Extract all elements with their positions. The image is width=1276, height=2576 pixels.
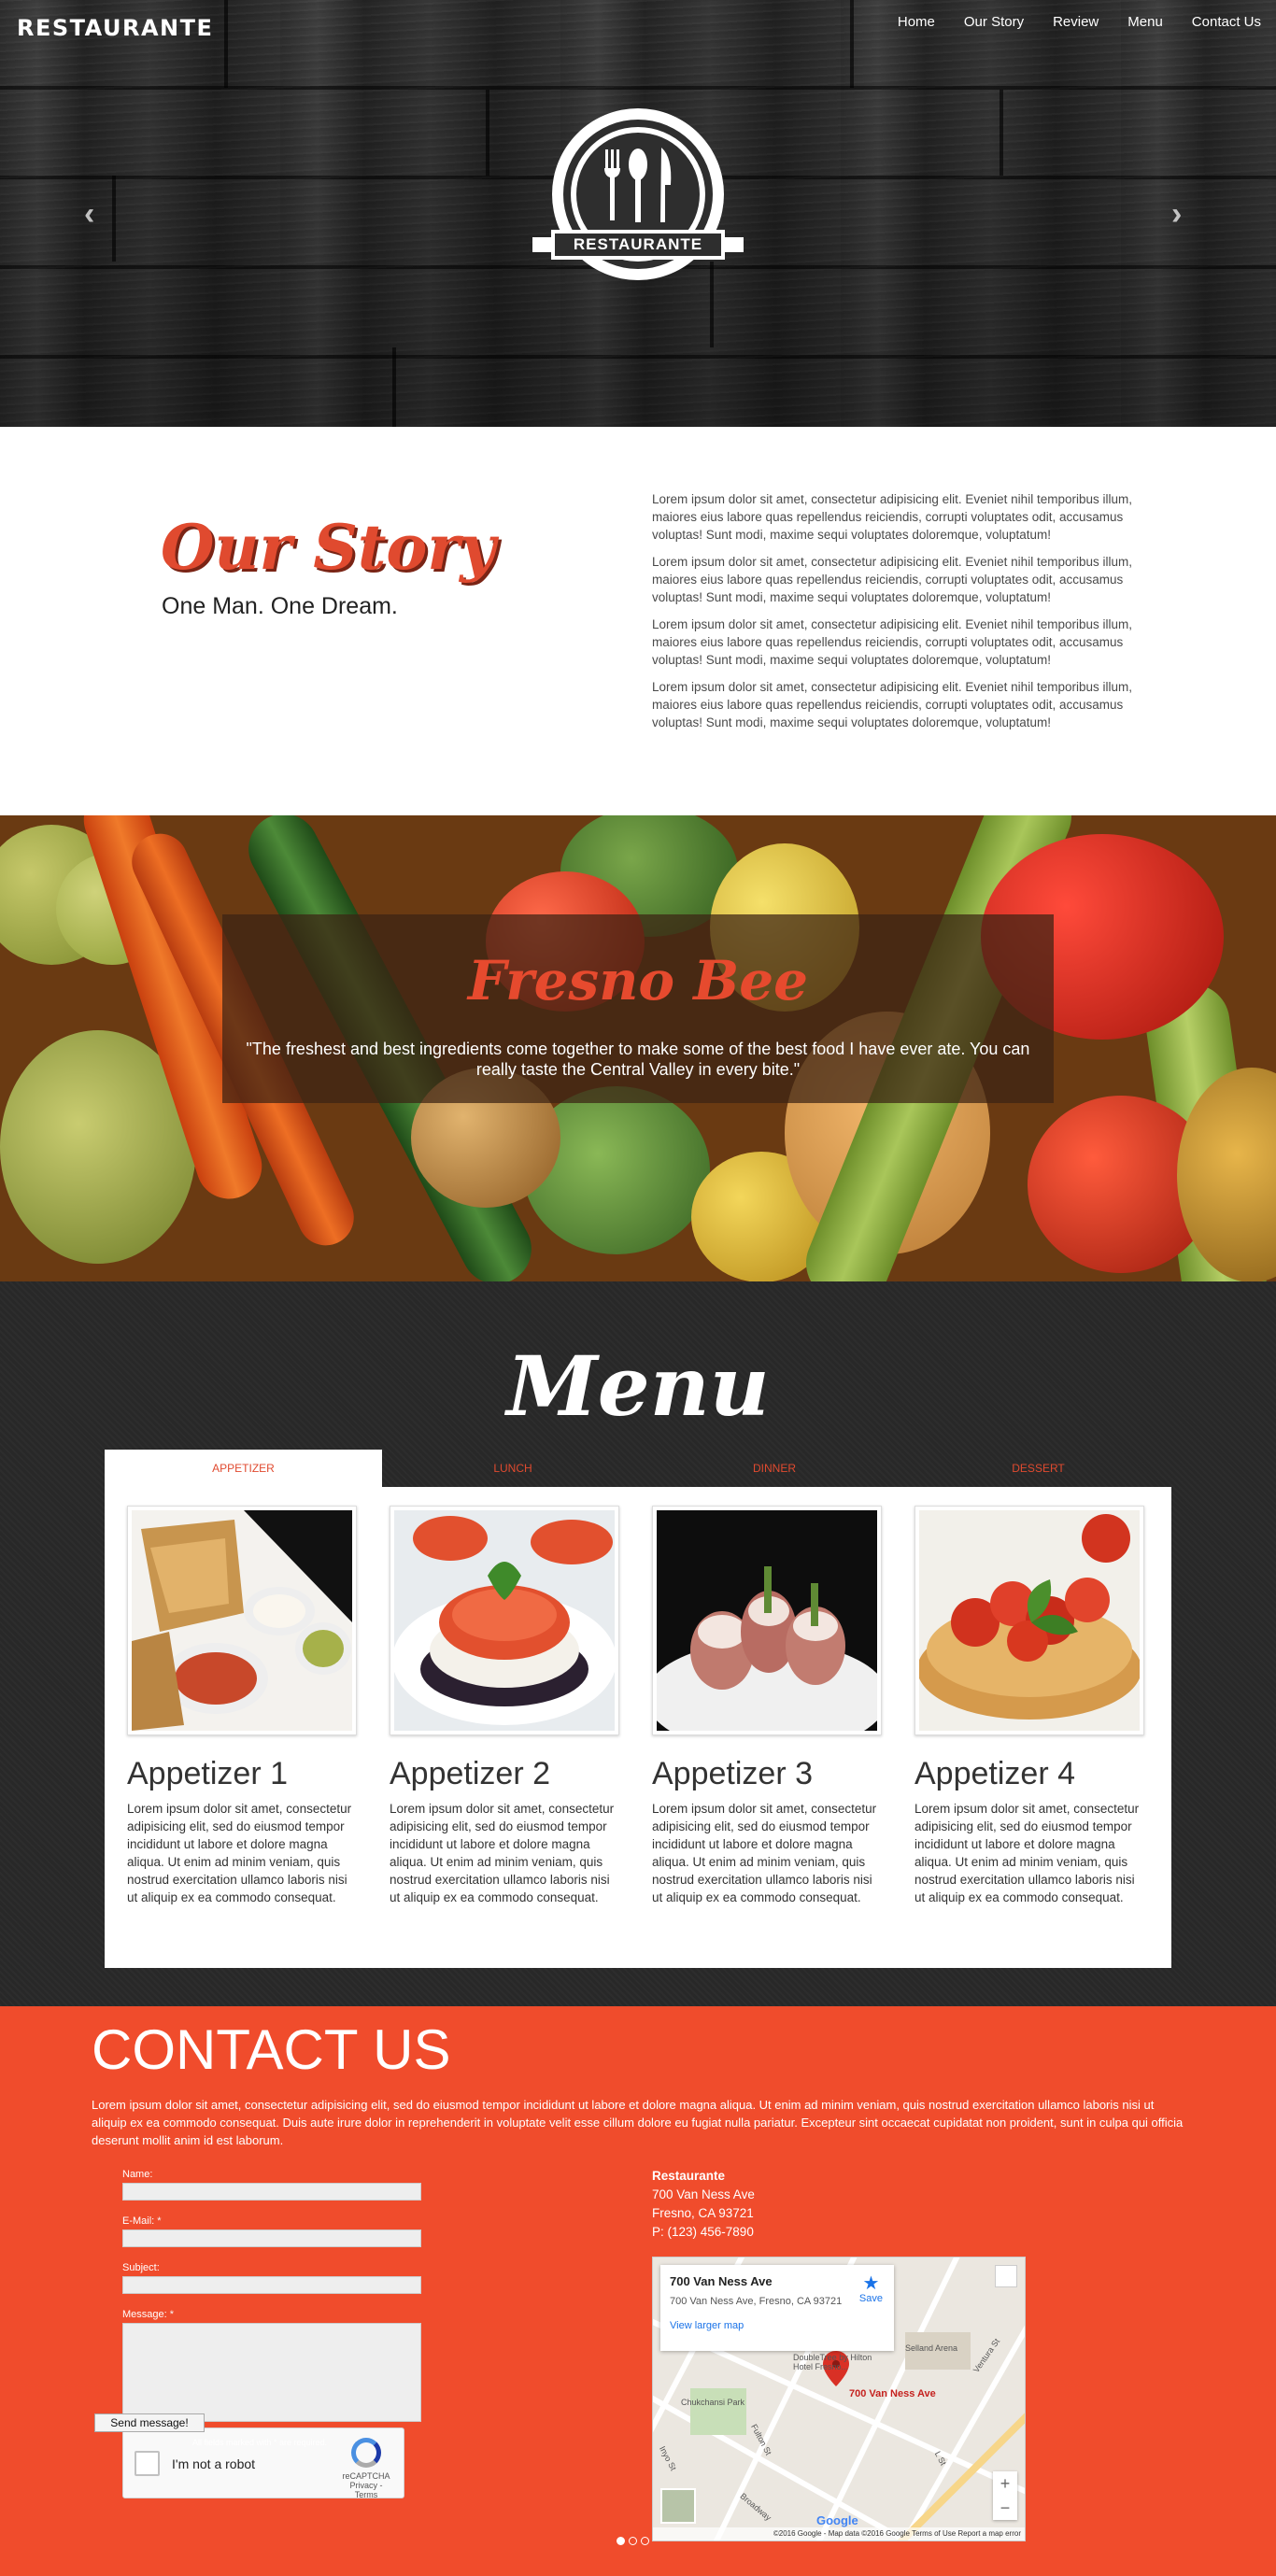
menu-section: Menu APPETIZER LUNCH DINNER DESSERT Appe…	[0, 1281, 1276, 2006]
address-name: Restaurante	[652, 2169, 726, 2183]
google-map[interactable]: Selland Arena DoubleTree by Hilton Hotel…	[652, 2257, 1026, 2541]
chevron-right-icon[interactable]: ›	[1171, 196, 1182, 233]
name-label: Name:	[122, 2169, 153, 2180]
review-quote-box: Fresno Bee "The freshest and best ingred…	[222, 914, 1054, 1103]
map-zoom-controls: + −	[993, 2471, 1017, 2520]
contact-intro: Lorem ipsum dolor sit amet, consectetur …	[92, 2098, 1184, 2147]
map-info-card: 700 Van Ness Ave 700 Van Ness Ave, Fresn…	[660, 2265, 894, 2351]
appetizer-4-image[interactable]	[914, 1506, 1144, 1735]
recaptcha-label: I'm not a robot	[172, 2456, 256, 2471]
subject-label: Subject:	[122, 2262, 160, 2273]
tab-dessert[interactable]: DESSERT	[905, 1450, 1171, 1487]
recaptcha-logo: reCAPTCHA Privacy - Terms	[338, 2438, 394, 2499]
map-save-button[interactable]: ★ Save	[859, 2274, 883, 2304]
name-field[interactable]	[122, 2183, 421, 2201]
menu-item-description: Lorem ipsum dolor sit amet, consectetur …	[914, 1802, 1140, 1904]
nav-home[interactable]: Home	[898, 14, 935, 30]
story-subheading: One Man. One Dream.	[162, 593, 398, 619]
subject-field[interactable]	[122, 2276, 421, 2294]
menu-item-description: Lorem ipsum dolor sit amet, consectetur …	[127, 1802, 352, 1904]
menu-panel: Appetizer 1 Lorem ipsum dolor sit amet, …	[105, 1487, 1171, 1968]
contact-heading: CONTACT US	[92, 2018, 451, 2081]
review-quote: "The freshest and best ingredients come …	[246, 1040, 1030, 1079]
menu-item-name: Appetizer 3	[652, 1756, 813, 1791]
map-card-title: 700 Van Ness Ave	[670, 2274, 773, 2288]
menu-tabs: APPETIZER LUNCH DINNER DESSERT	[105, 1450, 1171, 1487]
story-heading: Our Story	[161, 511, 496, 584]
map-footer: ©2016 Google - Map data ©2016 Google Ter…	[653, 2527, 1025, 2541]
appetizer-1-image[interactable]	[127, 1506, 357, 1735]
send-message-button[interactable]: Send message!	[94, 2413, 205, 2432]
our-story-section: Our Story One Man. One Dream. Lorem ipsu…	[0, 427, 1276, 815]
map-card-address: 700 Van Ness Ave, Fresno, CA 93721	[670, 2296, 843, 2307]
address-block: Restaurante 700 Van Ness Ave Fresno, CA …	[652, 2167, 755, 2242]
chevron-left-icon[interactable]: ‹	[84, 196, 94, 233]
story-paragraph: Lorem ipsum dolor sit amet, consectetur …	[652, 680, 1132, 729]
story-paragraphs: Lorem ipsum dolor sit amet, consectetur …	[652, 490, 1177, 741]
nav-menu[interactable]: Menu	[1127, 14, 1163, 30]
address-phone: P: (123) 456-7890	[652, 2225, 754, 2239]
recaptcha-icon	[351, 2438, 381, 2468]
nav-review[interactable]: Review	[1053, 14, 1099, 30]
appetizer-2-image[interactable]	[390, 1506, 619, 1735]
menu-item-name: Appetizer 4	[914, 1756, 1075, 1791]
main-nav: Home Our Story Review Menu Contact Us	[869, 14, 1261, 30]
contact-form: Name: E-Mail: * Subject: Message: * I'm …	[122, 2169, 421, 2499]
nav-our-story[interactable]: Our Story	[964, 14, 1024, 30]
google-logo: Google	[816, 2513, 858, 2527]
address-street: 700 Van Ness Ave	[652, 2187, 755, 2201]
message-label: Message: *	[122, 2309, 175, 2320]
page-dots	[617, 2537, 649, 2545]
restaurant-emblem-icon	[532, 108, 744, 280]
tab-lunch[interactable]: LUNCH	[382, 1450, 644, 1487]
email-field[interactable]	[122, 2229, 421, 2247]
menu-item-description: Lorem ipsum dolor sit amet, consectetur …	[652, 1802, 877, 1904]
satellite-toggle[interactable]	[660, 2488, 696, 2524]
menu-item: Appetizer 2 Lorem ipsum dolor sit amet, …	[390, 1506, 623, 1906]
email-label: E-Mail: *	[122, 2215, 162, 2227]
brand-logo[interactable]: RESTAURANTE	[17, 15, 213, 41]
star-icon: ★	[862, 2273, 880, 2294]
menu-item: Appetizer 4 Lorem ipsum dolor sit amet, …	[914, 1506, 1148, 1906]
menu-item-name: Appetizer 2	[390, 1756, 550, 1791]
zoom-in-button[interactable]: +	[993, 2471, 1017, 2496]
required-note: All fields marked with * are required.	[192, 2438, 328, 2447]
contact-section: CONTACT US Lorem ipsum dolor sit amet, c…	[0, 2006, 1276, 2576]
nav-contact-us[interactable]: Contact Us	[1192, 14, 1261, 30]
appetizer-3-image[interactable]	[652, 1506, 882, 1735]
review-source: Fresno Bee	[467, 949, 809, 1012]
menu-heading: Menu	[506, 1338, 770, 1435]
map-label: Chukchansi Park	[681, 2398, 745, 2407]
menu-item-name: Appetizer 1	[127, 1756, 288, 1791]
menu-item: Appetizer 1 Lorem ipsum dolor sit amet, …	[127, 1506, 361, 1906]
tab-dinner[interactable]: DINNER	[644, 1450, 905, 1487]
message-field[interactable]	[122, 2323, 421, 2422]
recaptcha-checkbox[interactable]	[135, 2451, 160, 2476]
map-pin-label: 700 Van Ness Ave	[849, 2388, 936, 2399]
story-paragraph: Lorem ipsum dolor sit amet, consectetur …	[652, 555, 1132, 604]
map-label: Selland Arena	[905, 2343, 958, 2353]
dot-indicator[interactable]	[629, 2537, 637, 2545]
tab-appetizer[interactable]: APPETIZER	[105, 1450, 382, 1487]
map-label: DoubleTree by Hilton Hotel Fresno...	[793, 2353, 872, 2371]
dot-indicator[interactable]	[617, 2537, 625, 2545]
hero-slider: RESTAURANTE Home Our Story Review Menu C…	[0, 0, 1276, 427]
menu-item-description: Lorem ipsum dolor sit amet, consectetur …	[390, 1802, 615, 1904]
story-paragraph: Lorem ipsum dolor sit amet, consectetur …	[652, 617, 1132, 667]
dot-indicator[interactable]	[641, 2537, 649, 2545]
story-paragraph: Lorem ipsum dolor sit amet, consectetur …	[652, 492, 1132, 542]
menu-item: Appetizer 3 Lorem ipsum dolor sit amet, …	[652, 1506, 886, 1906]
fullscreen-icon[interactable]	[995, 2265, 1017, 2287]
address-city: Fresno, CA 93721	[652, 2206, 754, 2220]
view-larger-map-link[interactable]: View larger map	[670, 2320, 885, 2331]
zoom-out-button[interactable]: −	[993, 2496, 1017, 2520]
emblem-text: RESTAURANTE	[573, 235, 703, 253]
